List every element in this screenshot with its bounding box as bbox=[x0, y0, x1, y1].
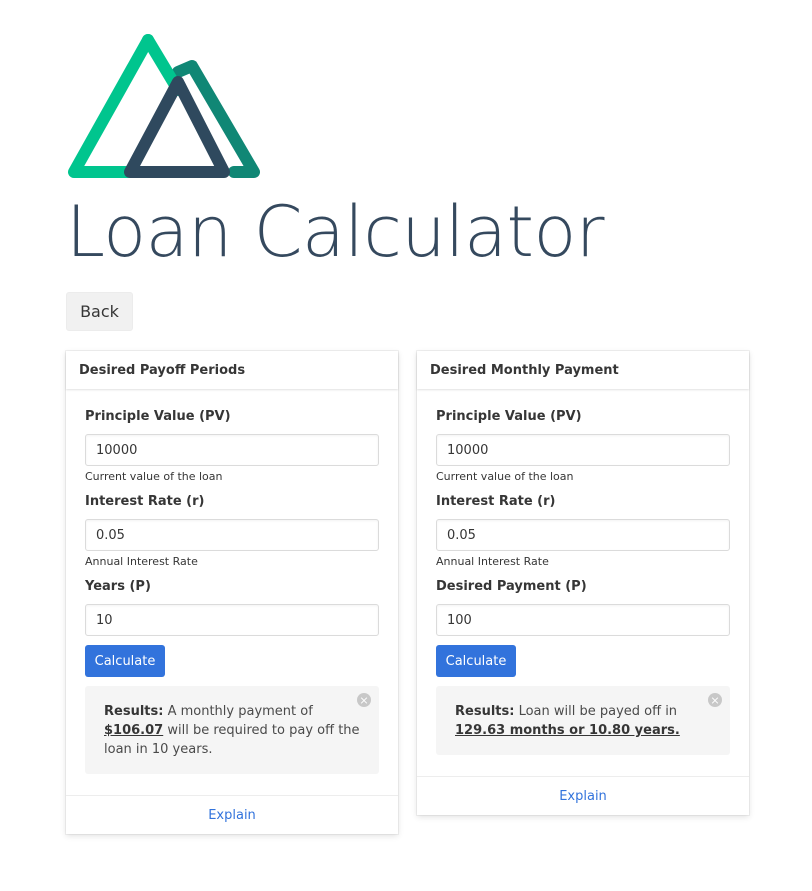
card-content: Principle Value (PV) Current value of th… bbox=[66, 389, 398, 795]
result-text-1: A monthly payment of bbox=[163, 704, 313, 719]
rate-label: Interest Rate (r) bbox=[436, 494, 556, 509]
back-button[interactable]: Back bbox=[66, 292, 133, 331]
card-header-title: Desired Monthly Payment bbox=[417, 351, 749, 389]
calculate-button[interactable]: Calculate bbox=[436, 645, 516, 677]
close-icon[interactable] bbox=[708, 693, 722, 707]
result-label: Results: bbox=[104, 704, 164, 719]
card-footer: Explain bbox=[66, 795, 398, 834]
explain-link[interactable]: Explain bbox=[208, 808, 256, 823]
monthly-payment-card: Desired Monthly Payment Principle Value … bbox=[417, 351, 749, 815]
pv-help: Current value of the loan bbox=[436, 470, 574, 483]
result-notification: Results: Loan will be payed off in 129.6… bbox=[436, 686, 730, 755]
rate-help: Annual Interest Rate bbox=[85, 555, 198, 568]
nuxt-logo bbox=[68, 34, 260, 178]
pv-input[interactable] bbox=[436, 434, 730, 466]
result-amount: $106.07 bbox=[104, 723, 164, 738]
rate-input[interactable] bbox=[436, 519, 730, 551]
result-amount: 129.63 months or 10.80 years. bbox=[455, 723, 680, 738]
explain-link[interactable]: Explain bbox=[559, 789, 607, 804]
pv-help: Current value of the loan bbox=[85, 470, 223, 483]
close-icon[interactable] bbox=[357, 693, 371, 707]
card-footer: Explain bbox=[417, 776, 749, 815]
pv-label: Principle Value (PV) bbox=[436, 409, 582, 424]
result-label: Results: bbox=[455, 704, 515, 719]
payoff-periods-card: Desired Payoff Periods Principle Value (… bbox=[66, 351, 398, 834]
pv-input[interactable] bbox=[85, 434, 379, 466]
pv-label: Principle Value (PV) bbox=[85, 409, 231, 424]
years-label: Years (P) bbox=[85, 579, 151, 594]
card-header-title: Desired Payoff Periods bbox=[66, 351, 398, 389]
rate-help: Annual Interest Rate bbox=[436, 555, 549, 568]
calculate-button[interactable]: Calculate bbox=[85, 645, 165, 677]
rate-label: Interest Rate (r) bbox=[85, 494, 205, 509]
result-text-1: Loan will be payed off in bbox=[514, 704, 678, 719]
payment-input[interactable] bbox=[436, 604, 730, 636]
result-notification: Results: A monthly payment of $106.07 wi… bbox=[85, 686, 379, 774]
page-title: Loan Calculator bbox=[66, 191, 605, 273]
years-input[interactable] bbox=[85, 604, 379, 636]
rate-input[interactable] bbox=[85, 519, 379, 551]
payment-label: Desired Payment (P) bbox=[436, 579, 587, 594]
card-content: Principle Value (PV) Current value of th… bbox=[417, 389, 749, 776]
